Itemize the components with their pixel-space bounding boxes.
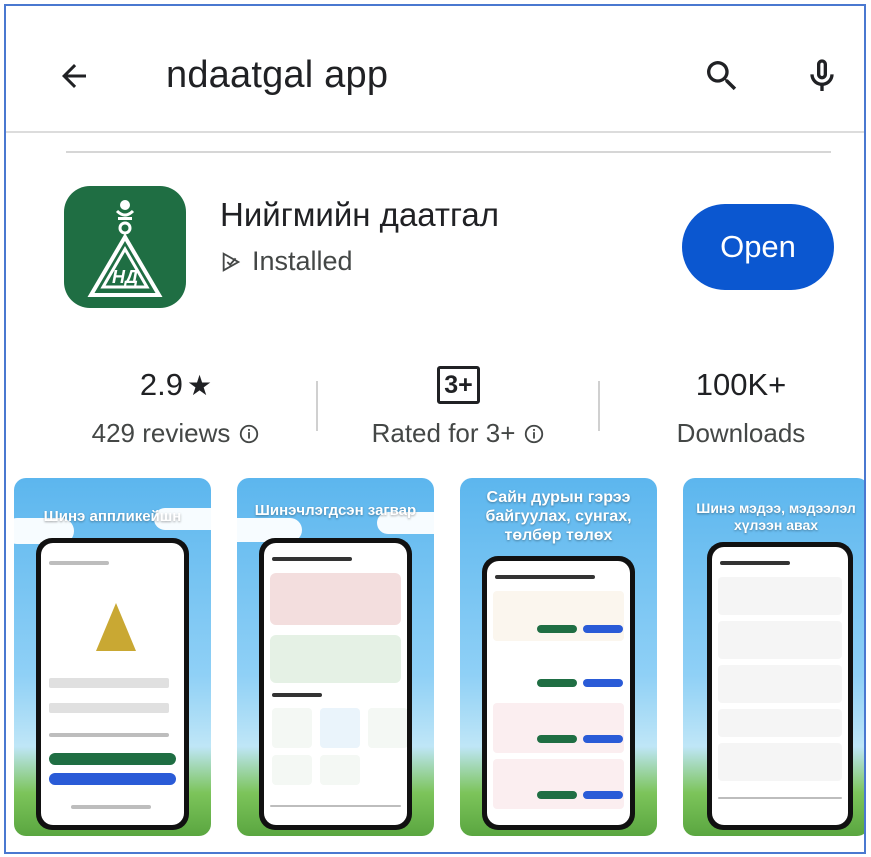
downloads-stat: 100K+ Downloads [656, 364, 826, 449]
installed-icon [222, 251, 241, 272]
mic-icon [810, 59, 834, 91]
rating-stat[interactable]: 2.9 ★ 429 reviews [76, 364, 276, 449]
screenshot-caption: Шинэчлэгдсэн загвар [254, 502, 417, 519]
content-rating-label: Rated for 3+ [371, 418, 516, 448]
screenshot-caption: Шинэ аппликейшн [43, 508, 182, 525]
search-query[interactable]: ndaatgal app [166, 54, 388, 97]
info-icon[interactable] [238, 423, 260, 445]
back-button[interactable] [48, 50, 100, 102]
content-rating-stat[interactable]: 3+ Rated for 3+ [351, 364, 566, 449]
screenshot-caption: Шинэ мэдээ, мэдээлэл хүлээн авах [696, 500, 856, 533]
open-button[interactable]: Open [682, 204, 834, 290]
downloads-value: 100K+ [695, 367, 787, 402]
screenshot-1[interactable]: Шинэ аппликейшн [14, 478, 211, 836]
arrow-back-icon [62, 64, 86, 88]
search-icon [707, 61, 737, 91]
play-store-page: ndaatgal app НД Нийгмийн даатгал Install… [4, 4, 866, 854]
stat-divider [316, 381, 318, 431]
phone-mockup [482, 556, 635, 830]
svg-text:НД: НД [112, 267, 138, 287]
search-bar: ndaatgal app [6, 6, 864, 133]
app-title: Нийгмийн даатгал [220, 196, 499, 233]
phone-mockup [36, 538, 189, 830]
install-status: Installed [220, 246, 353, 277]
screenshot-3[interactable]: Сайн дурын гэрээ байгуулах, сунгах, төлб… [460, 478, 657, 836]
phone-mockup [707, 542, 853, 830]
screenshot-caption: Сайн дурын гэрээ байгуулах, сунгах, төлб… [485, 489, 632, 544]
search-button[interactable] [696, 50, 748, 102]
stat-divider [598, 381, 600, 431]
downloads-label: Downloads [676, 418, 806, 448]
install-status-label: Installed [252, 246, 353, 276]
rating-value: 2.9 [139, 367, 183, 402]
app-logo-icon: НД [87, 200, 163, 297]
screenshot-2[interactable]: Шинэчлэгдсэн загвар [237, 478, 434, 836]
screenshot-4[interactable]: Шинэ мэдээ, мэдээлэл хүлээн авах [683, 478, 864, 836]
voice-search-button[interactable] [796, 48, 848, 104]
reviews-count: 429 reviews [91, 418, 231, 448]
star-icon: ★ [187, 369, 213, 401]
app-logo-icon [96, 603, 136, 651]
phone-mockup [259, 538, 412, 830]
divider [66, 151, 831, 153]
app-icon[interactable]: НД [64, 186, 186, 308]
info-icon[interactable] [523, 423, 545, 445]
content-rating-badge: 3+ [437, 366, 480, 404]
